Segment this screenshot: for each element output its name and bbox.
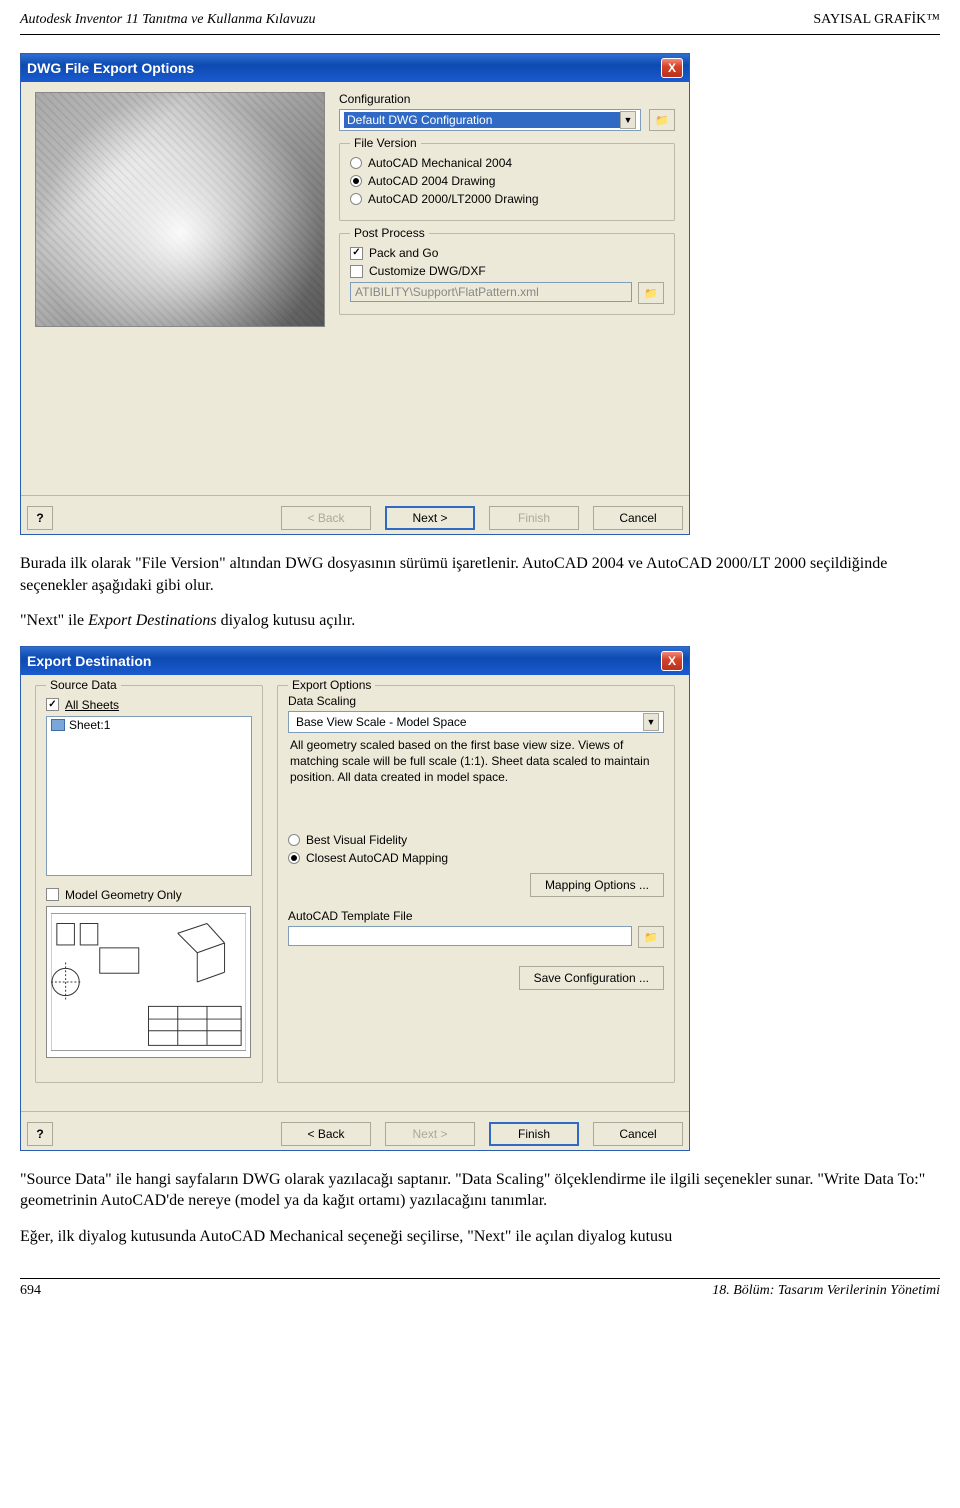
folder-icon: 📁 [644,931,658,944]
chevron-down-icon: ▼ [620,111,636,129]
paragraph-3: "Source Data" ile hangi sayfaların DWG o… [20,1169,940,1212]
checkbox-icon [46,698,59,711]
template-browse-button[interactable]: 📁 [638,926,664,948]
check-all-sheets[interactable]: All Sheets [46,698,252,712]
back-button[interactable]: < Back [281,506,371,530]
customize-browse-button[interactable]: 📁 [638,282,664,304]
radio-label: Best Visual Fidelity [306,833,407,847]
check-model-geometry-only[interactable]: Model Geometry Only [46,888,252,902]
help-icon: ? [36,1127,43,1141]
close-button[interactable]: X [661,651,683,671]
radio-icon [288,852,300,864]
config-label: Configuration [339,92,675,106]
customize-path-input: ATIBILITY\Support\FlatPattern.xml [350,282,632,302]
close-icon: X [668,61,676,75]
config-browse-button[interactable]: 📁 [649,109,675,131]
radio-label: AutoCAD 2004 Drawing [368,174,495,188]
data-scaling-label: Data Scaling [288,694,664,708]
data-scaling-select[interactable]: Base View Scale - Model Space ▼ [288,711,664,733]
post-process-legend: Post Process [350,226,429,240]
checkbox-icon [350,247,363,260]
help-icon: ? [36,511,43,525]
radio-acad-mech-2004[interactable]: AutoCAD Mechanical 2004 [350,156,664,170]
mapping-options-button[interactable]: Mapping Options ... [530,873,664,897]
doc-title-right: SAYISAL GRAFİK™ [813,12,940,28]
sheet-icon [51,719,65,731]
doc-title-left: Autodesk Inventor 11 Tanıtma ve Kullanma… [20,12,316,28]
radio-icon [288,834,300,846]
close-button[interactable]: X [661,58,683,78]
titlebar: Export Destination X [21,647,689,675]
page-number: 694 [20,1283,41,1299]
finish-button[interactable]: Finish [489,1122,579,1146]
preview-image [35,92,325,327]
dialog2-title: Export Destination [27,653,151,669]
radio-label: AutoCAD Mechanical 2004 [368,156,512,170]
dialog-dwg-export-options: DWG File Export Options X Configuration … [20,53,690,535]
footer-rule [20,1278,940,1279]
paragraph-4: Eğer, ilk diyalog kutusunda AutoCAD Mech… [20,1226,940,1248]
sheets-listbox[interactable]: Sheet:1 [46,716,252,876]
check-label: All Sheets [65,698,119,712]
radio-label: Closest AutoCAD Mapping [306,851,448,865]
folder-icon: 📁 [655,114,669,127]
save-configuration-button[interactable]: Save Configuration ... [519,966,664,990]
list-item[interactable]: Sheet:1 [47,717,251,733]
chevron-down-icon: ▼ [643,713,659,731]
help-button[interactable]: ? [27,1122,53,1146]
radio-icon [350,193,362,205]
check-pack-and-go[interactable]: Pack and Go [350,246,664,260]
radio-icon [350,157,362,169]
paragraph-1: Burada ilk olarak "File Version" altında… [20,553,940,596]
radio-acad-2000[interactable]: AutoCAD 2000/LT2000 Drawing [350,192,664,206]
radio-label: AutoCAD 2000/LT2000 Drawing [368,192,539,206]
cancel-button[interactable]: Cancel [593,1122,683,1146]
help-button[interactable]: ? [27,506,53,530]
data-scaling-value: Base View Scale - Model Space [293,714,643,730]
header-rule [20,34,940,35]
file-version-legend: File Version [350,136,421,150]
chapter-label: 18. Bölüm: Tasarım Verilerinin Yönetimi [712,1283,940,1299]
scaling-description: All geometry scaled based on the first b… [288,733,664,790]
radio-closest-autocad-mapping[interactable]: Closest AutoCAD Mapping [288,851,664,865]
template-file-input[interactable] [288,926,632,946]
dialog1-title: DWG File Export Options [27,60,194,76]
titlebar: DWG File Export Options X [21,54,689,82]
finish-button[interactable]: Finish [489,506,579,530]
radio-best-visual-fidelity[interactable]: Best Visual Fidelity [288,833,664,847]
source-data-legend: Source Data [46,678,121,692]
config-select-value: Default DWG Configuration [344,112,620,128]
paragraph-2: "Next" ile Export Destinations diyalog k… [20,610,940,632]
cancel-button[interactable]: Cancel [593,506,683,530]
next-button[interactable]: Next > [385,506,475,530]
check-label: Model Geometry Only [65,888,182,902]
list-item-label: Sheet:1 [69,718,110,732]
check-label: Customize DWG/DXF [369,264,486,278]
radio-icon [350,175,362,187]
dialog-export-destination: Export Destination X Source Data All She… [20,646,690,1151]
checkbox-icon [350,265,363,278]
close-icon: X [668,654,676,668]
template-file-label: AutoCAD Template File [288,909,664,923]
radio-acad-2004[interactable]: AutoCAD 2004 Drawing [350,174,664,188]
check-customize-dwg[interactable]: Customize DWG/DXF [350,264,664,278]
checkbox-icon [46,888,59,901]
next-button[interactable]: Next > [385,1122,475,1146]
drawing-preview [46,906,251,1058]
config-select[interactable]: Default DWG Configuration ▼ [339,109,641,131]
export-options-legend: Export Options [288,678,375,692]
folder-icon: 📁 [644,287,658,300]
check-label: Pack and Go [369,246,438,260]
back-button[interactable]: < Back [281,1122,371,1146]
